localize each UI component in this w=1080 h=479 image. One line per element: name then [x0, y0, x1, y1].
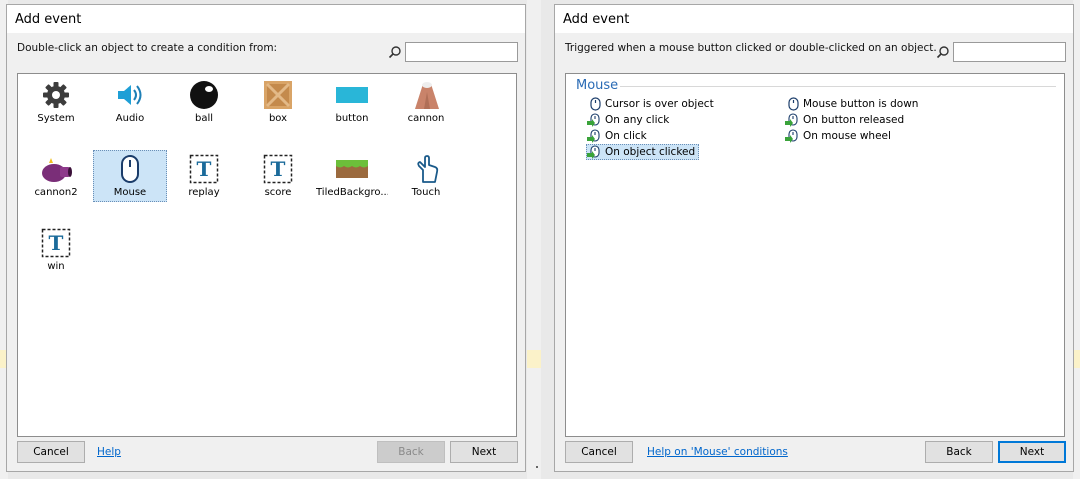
condition-on-button-released[interactable]: On button released — [785, 112, 904, 128]
mouse-trigger-icon — [785, 129, 798, 143]
condition-label: On click — [605, 130, 647, 142]
condition-on-click[interactable]: On click — [587, 128, 647, 144]
condition-label: Mouse button is down — [803, 98, 919, 110]
condition-on-object-clicked[interactable]: On object clicked — [586, 144, 700, 160]
object-label: Mouse — [113, 187, 147, 198]
object-label: cannon — [407, 113, 445, 124]
search-icon — [388, 46, 401, 59]
text-object-icon: T — [189, 154, 219, 184]
background-window-strip-middle — [527, 0, 541, 479]
mouse-icon — [121, 155, 139, 183]
button-rect-icon — [336, 87, 368, 103]
text-object-icon: T — [263, 154, 293, 184]
object-replay[interactable]: T replay — [167, 150, 241, 202]
object-cannon[interactable]: cannon — [389, 76, 463, 128]
tiled-background-icon — [336, 160, 368, 178]
back-button[interactable]: Back — [377, 441, 445, 463]
mouse-trigger-icon — [785, 113, 798, 127]
svg-text:T: T — [271, 157, 286, 181]
object-label: score — [264, 187, 292, 198]
object-win[interactable]: T win — [19, 224, 93, 276]
help-link[interactable]: Help on 'Mouse' conditions — [647, 446, 788, 458]
cannon2-icon — [42, 158, 72, 182]
object-list-panel: System Audio ball box button cannon cann… — [17, 73, 517, 437]
object-audio[interactable]: Audio — [93, 76, 167, 128]
condition-mouse-button-down[interactable]: Mouse button is down — [788, 96, 918, 112]
background-window-strip-right — [1073, 0, 1080, 479]
object-ball[interactable]: ball — [167, 76, 241, 128]
object-touch[interactable]: Touch — [389, 150, 463, 202]
dialog-footer: Cancel Help on 'Mouse' conditions Back N… — [555, 435, 1073, 471]
object-label: ball — [194, 113, 214, 124]
gear-icon — [43, 82, 69, 108]
object-label: replay — [188, 187, 220, 198]
ball-icon — [190, 81, 218, 109]
condition-label: On mouse wheel — [803, 130, 891, 142]
search-input[interactable] — [953, 42, 1066, 62]
mouse-trigger-icon — [587, 129, 600, 143]
object-system[interactable]: System — [19, 76, 93, 128]
condition-label: On button released — [803, 114, 905, 126]
mouse-trigger-icon — [587, 145, 600, 159]
condition-list-panel: Mouse Cursor is over object On any click — [565, 73, 1065, 437]
help-link[interactable]: Help — [97, 446, 121, 458]
object-label: box — [268, 113, 288, 124]
dialog-title: Add event — [7, 5, 525, 33]
description-row: Triggered when a mouse button clicked or… — [555, 33, 1073, 65]
text-object-icon: T — [41, 228, 71, 258]
group-title: Mouse — [576, 78, 619, 93]
mouse-trigger-icon — [587, 113, 600, 127]
search-input[interactable] — [405, 42, 518, 62]
object-label: Audio — [115, 113, 145, 124]
object-mouse[interactable]: Mouse — [93, 150, 167, 202]
object-label: Touch — [411, 187, 441, 198]
next-button[interactable]: Next — [450, 441, 518, 463]
mouse-icon — [590, 97, 601, 111]
search-icon — [936, 46, 949, 59]
dialog-footer: Cancel Help Back Next — [7, 435, 525, 471]
svg-text:T: T — [49, 231, 64, 255]
dialog-description: Triggered when a mouse button clicked or… — [565, 42, 937, 54]
object-label: cannon2 — [34, 187, 78, 198]
description-row: Double-click an object to create a condi… — [7, 33, 525, 65]
object-label: TiledBackgro... — [316, 187, 388, 198]
dialog-description: Double-click an object to create a condi… — [17, 42, 278, 54]
svg-text:T: T — [197, 157, 212, 181]
next-button[interactable]: Next — [998, 441, 1066, 463]
cancel-button[interactable]: Cancel — [565, 441, 633, 463]
condition-label: Cursor is over object — [605, 98, 714, 110]
group-divider — [620, 86, 1056, 87]
separator-dot — [536, 466, 538, 468]
condition-label: On any click — [605, 114, 670, 126]
touch-icon — [417, 155, 439, 183]
condition-label: On object clicked — [605, 146, 696, 158]
object-box[interactable]: box — [241, 76, 315, 128]
object-score[interactable]: T score — [241, 150, 315, 202]
object-tiledbackground[interactable]: TiledBackgro... — [315, 150, 389, 202]
crate-icon — [264, 81, 292, 109]
mouse-icon — [788, 97, 799, 111]
speaker-icon — [118, 85, 142, 105]
add-event-dialog-conditions: Add event Triggered when a mouse button … — [554, 4, 1074, 472]
condition-cursor-over-object[interactable]: Cursor is over object — [590, 96, 714, 112]
object-button[interactable]: button — [315, 76, 389, 128]
dialog-title: Add event — [555, 5, 1073, 33]
object-label: button — [335, 113, 369, 124]
back-button[interactable]: Back — [925, 441, 993, 463]
cancel-button[interactable]: Cancel — [17, 441, 85, 463]
condition-on-mouse-wheel[interactable]: On mouse wheel — [785, 128, 891, 144]
add-event-dialog-objects: Add event Double-click an object to crea… — [6, 4, 526, 472]
object-label: System — [37, 113, 75, 124]
condition-on-any-click[interactable]: On any click — [587, 112, 669, 128]
object-label: win — [47, 261, 65, 272]
object-cannon2[interactable]: cannon2 — [19, 150, 93, 202]
cannon-icon — [415, 82, 439, 109]
